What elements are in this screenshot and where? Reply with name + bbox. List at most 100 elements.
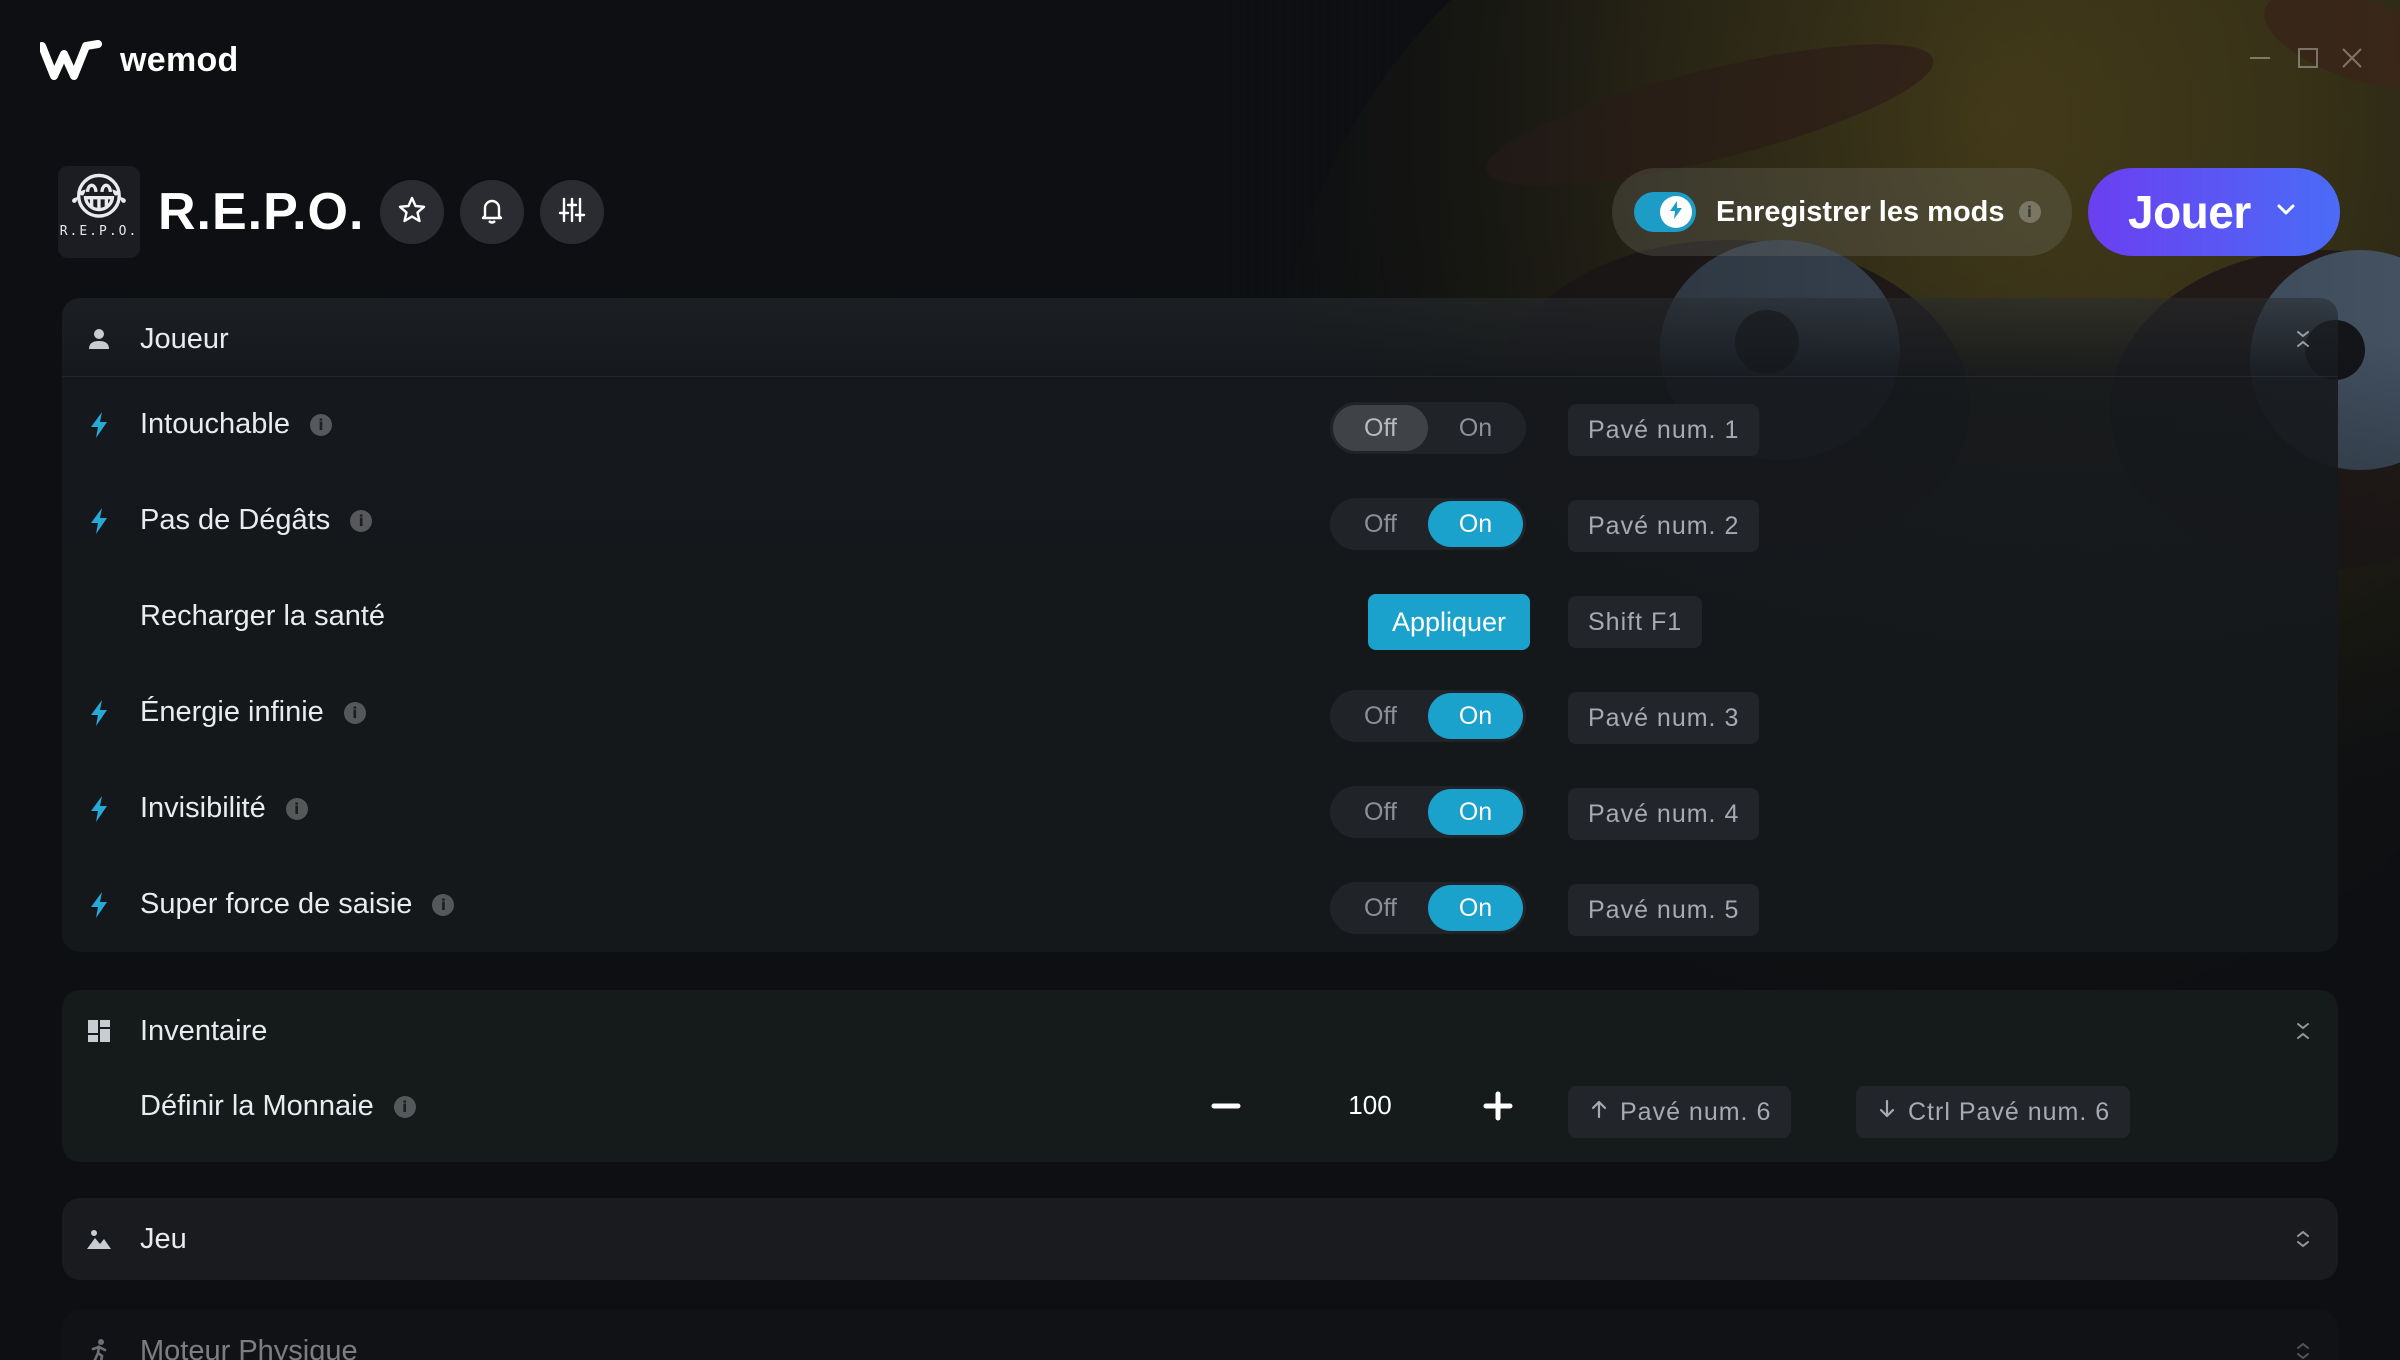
expand-icon[interactable] — [2292, 1228, 2314, 1250]
section-title: Moteur Physique — [140, 1334, 358, 1360]
section-inventaire: Inventaire Définir la Monnaie i 100 Pavé … — [62, 990, 2338, 1162]
mod-toggle[interactable]: Off On — [1330, 690, 1526, 742]
plus-icon — [1482, 1090, 1514, 1127]
hotkey-text: Pavé num. 6 — [1620, 1097, 1772, 1126]
mod-toggle[interactable]: Off On — [1330, 402, 1526, 454]
info-icon[interactable]: i — [2018, 201, 2041, 223]
mod-label: Énergie infinie i — [140, 696, 366, 729]
section-moteur-physique[interactable]: Moteur Physique — [62, 1310, 2338, 1360]
collapse-icon[interactable] — [2292, 1020, 2314, 1042]
mod-row: Invisibilité i Off On Pavé num. 4 — [62, 762, 2338, 858]
notifications-button[interactable] — [460, 180, 525, 244]
mod-label: Intouchable i — [140, 408, 332, 441]
hotkey-badge[interactable]: Pavé num. 1 — [1568, 404, 1760, 456]
mod-label: Définir la Monnaie i — [140, 1090, 416, 1123]
arrow-down-icon — [1876, 1098, 1908, 1127]
grid-icon — [86, 1018, 112, 1044]
toggle-off[interactable]: Off — [1333, 885, 1428, 931]
hotkey-badge[interactable]: Pavé num. 2 — [1568, 500, 1760, 552]
lightning-bolt-icon — [86, 410, 112, 440]
hotkey-badge[interactable]: Shift F1 — [1568, 596, 1703, 648]
arrow-up-icon — [1588, 1098, 1620, 1127]
landscape-icon — [86, 1226, 112, 1252]
game-title: R.E.P.O. — [158, 183, 365, 241]
mod-label-text: Recharger la santé — [140, 600, 386, 632]
hotkey-badge[interactable]: Pavé num. 4 — [1568, 788, 1760, 840]
money-value[interactable]: 100 — [1330, 1090, 1410, 1121]
mod-toggle[interactable]: Off On — [1330, 786, 1526, 838]
mod-row: Énergie infinie i Off On Pavé num. 3 — [62, 666, 2338, 762]
app-name: wemod — [120, 40, 239, 79]
hotkey-badge[interactable]: Pavé num. 3 — [1568, 692, 1760, 744]
mod-label: Invisibilité i — [140, 792, 308, 825]
info-icon[interactable]: i — [432, 893, 455, 916]
toggle-off[interactable]: Off — [1333, 789, 1428, 835]
toggle-off[interactable]: Off — [1333, 501, 1428, 547]
info-icon[interactable]: i — [350, 509, 373, 532]
hotkey-badge[interactable]: Pavé num. 5 — [1568, 884, 1760, 936]
section-title: Joueur — [140, 322, 229, 355]
mod-label: Pas de Dégâts i — [140, 504, 373, 537]
game-thumbnail-caption: R.E.P.O. — [59, 224, 139, 239]
lightning-bolt-icon — [1666, 200, 1686, 225]
toggle-on[interactable]: On — [1428, 501, 1523, 547]
section-header[interactable]: Jeu — [62, 1198, 2338, 1280]
game-thumbnail-face: 😂 — [69, 169, 129, 225]
app-logo[interactable]: wemod — [38, 40, 239, 80]
save-mods-toggle[interactable] — [1634, 192, 1696, 232]
section-joueur: Joueur Intouchable i Off On Pavé num. 1 P… — [62, 298, 2338, 952]
mod-label-text: Intouchable — [140, 408, 290, 440]
toggle-on[interactable]: On — [1428, 789, 1523, 835]
info-icon[interactable]: i — [343, 701, 366, 724]
favorite-button[interactable] — [380, 180, 445, 244]
info-icon[interactable]: i — [309, 413, 332, 436]
star-icon — [396, 194, 428, 231]
hotkey-decrease-badge[interactable]: Ctrl Pavé num. 6 — [1856, 1086, 2131, 1138]
game-header: 😂 R.E.P.O. R.E.P.O. — [58, 162, 605, 262]
section-header[interactable]: Joueur — [62, 298, 2338, 380]
section-title: Inventaire — [140, 1014, 268, 1047]
save-mods-button[interactable]: Enregistrer les mods i — [1612, 168, 2072, 256]
toggle-off[interactable]: Off — [1333, 405, 1428, 451]
mod-label-text: Définir la Monnaie — [140, 1090, 374, 1122]
toggle-off[interactable]: Off — [1333, 693, 1428, 739]
hotkey-text: Ctrl Pavé num. 6 — [1908, 1097, 2111, 1126]
close-icon[interactable] — [2338, 44, 2366, 72]
info-icon[interactable]: i — [393, 1095, 416, 1118]
collapse-icon[interactable] — [2292, 328, 2314, 350]
section-jeu[interactable]: Jeu — [62, 1198, 2338, 1280]
toggle-on[interactable]: On — [1428, 693, 1523, 739]
save-mods-toggle-knob — [1660, 196, 1692, 228]
lightning-bolt-icon — [86, 698, 112, 728]
mod-toggle[interactable]: Off On — [1330, 498, 1526, 550]
play-button[interactable]: Jouer — [2088, 168, 2340, 256]
lightning-bolt-icon — [86, 794, 112, 824]
apply-button[interactable]: Appliquer — [1368, 594, 1530, 650]
running-icon — [86, 1338, 112, 1360]
mod-row: Définir la Monnaie i 100 Pavé num. 6 Ctrl… — [62, 1060, 2338, 1156]
mod-toggle[interactable]: Off On — [1330, 882, 1526, 934]
user-icon — [86, 326, 112, 352]
game-thumbnail: 😂 R.E.P.O. — [58, 166, 140, 258]
section-title: Jeu — [140, 1222, 187, 1255]
bell-icon — [476, 194, 508, 231]
toggle-on[interactable]: On — [1428, 405, 1523, 451]
lightning-bolt-icon — [86, 890, 112, 920]
game-settings-button[interactable] — [540, 180, 605, 244]
section-divider — [62, 376, 2338, 377]
toggle-on[interactable]: On — [1428, 885, 1523, 931]
chevron-down-icon[interactable] — [2251, 197, 2299, 228]
mod-row: Intouchable i Off On Pavé num. 1 — [62, 378, 2338, 474]
section-header[interactable]: Moteur Physique — [62, 1310, 2338, 1360]
save-mods-label: Enregistrer les mods — [1716, 195, 2005, 228]
hotkey-increase-badge[interactable]: Pavé num. 6 — [1568, 1086, 1792, 1138]
maximize-icon[interactable] — [2294, 44, 2322, 72]
minimize-icon[interactable] — [2246, 44, 2274, 72]
increase-button[interactable] — [1478, 1088, 1518, 1128]
info-icon[interactable]: i — [285, 797, 308, 820]
mod-label: Recharger la santé — [140, 600, 385, 633]
mod-row: Recharger la santé Appliquer Shift F1 — [62, 570, 2338, 666]
decrease-button[interactable] — [1206, 1088, 1246, 1128]
sliders-icon — [556, 194, 588, 231]
expand-icon[interactable] — [2292, 1340, 2314, 1360]
